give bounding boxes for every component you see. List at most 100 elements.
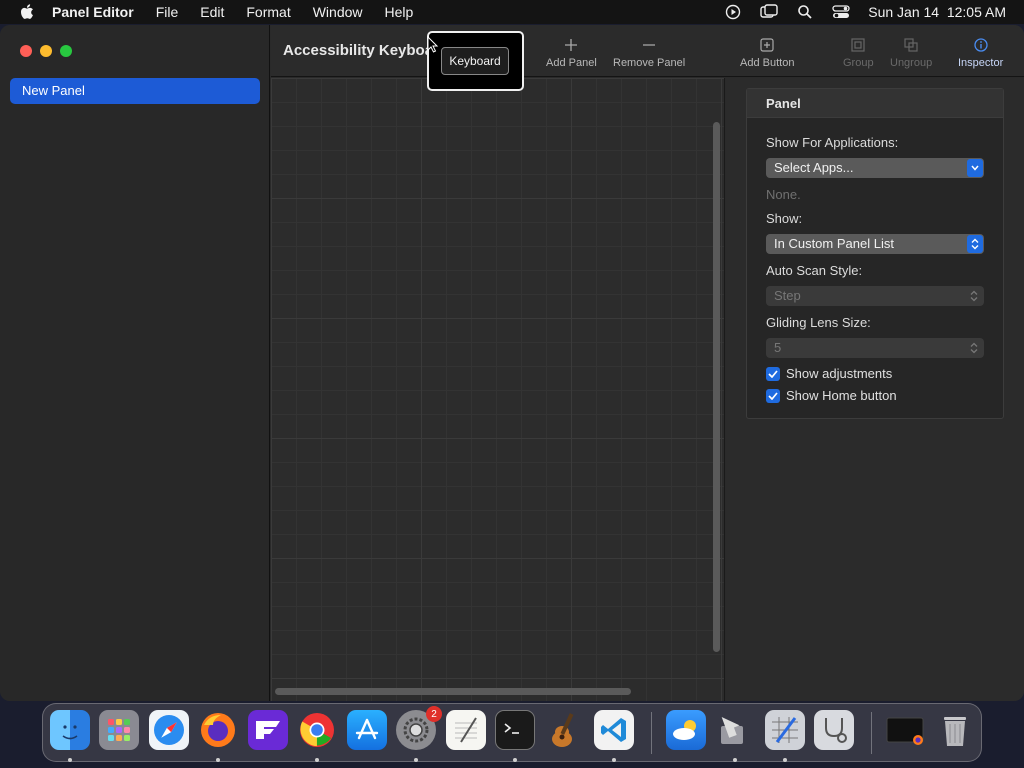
show-adjustments-label: Show adjustments	[786, 366, 893, 381]
running-indicator	[783, 758, 787, 762]
inspector-label: Inspector	[958, 57, 1004, 69]
running-indicator	[612, 758, 616, 762]
show-home-button-label: Show Home button	[786, 388, 897, 403]
lens-size-label: Gliding Lens Size:	[766, 315, 871, 330]
notification-badge: 2	[426, 706, 442, 722]
control-center-icon[interactable]	[832, 3, 850, 21]
group-button[interactable]: Group	[843, 35, 874, 69]
display-mirroring-icon[interactable]	[760, 3, 778, 21]
zoom-button[interactable]	[60, 45, 72, 57]
mouse-pointer-icon	[427, 36, 439, 53]
add-button-button[interactable]: Add Button	[740, 35, 794, 69]
minimize-button[interactable]	[40, 45, 52, 57]
remove-panel-label: Remove Panel	[613, 57, 686, 69]
screen-recording-icon[interactable]	[724, 3, 742, 21]
auto-scan-popup[interactable]: Step	[766, 286, 984, 306]
apps-none-text: None.	[766, 187, 801, 202]
remove-panel-button[interactable]: Remove Panel	[613, 35, 685, 69]
vertical-scrollbar[interactable]	[713, 122, 720, 652]
textedit-icon[interactable]	[446, 710, 486, 750]
weather-icon[interactable]	[666, 710, 706, 750]
system-settings-icon[interactable]: 2	[396, 706, 442, 750]
auto-scan-value: Step	[774, 288, 801, 303]
toolbar: Accessibility Keyboard Add Panel Remove …	[271, 25, 1024, 77]
chevron-down-icon	[967, 159, 983, 177]
apple-icon[interactable]	[18, 3, 36, 21]
fenix-app-icon[interactable]	[248, 710, 288, 750]
migration-assistant-icon[interactable]	[715, 710, 755, 750]
tooltip-highlight: Keyboard	[427, 31, 524, 91]
select-apps-value: Select Apps...	[774, 160, 854, 175]
menu-app-name[interactable]: Panel Editor	[52, 4, 134, 20]
terminal-icon[interactable]	[495, 710, 535, 750]
show-label: Show:	[766, 211, 803, 226]
show-for-apps-label: Show For Applications:	[766, 135, 899, 150]
menu-edit[interactable]: Edit	[200, 4, 224, 20]
system-information-icon[interactable]	[814, 710, 854, 750]
garageband-icon[interactable]	[545, 710, 585, 750]
info-icon	[971, 35, 991, 55]
inspector-button[interactable]: Inspector	[958, 35, 1003, 69]
select-apps-popup[interactable]: Select Apps...	[766, 158, 984, 178]
dock-separator	[871, 712, 872, 754]
panel-section-header: Panel	[747, 89, 1003, 118]
vscode-icon[interactable]	[594, 710, 634, 750]
menu-window[interactable]: Window	[313, 4, 363, 20]
lens-size-value: 5	[774, 340, 782, 355]
add-button-icon	[757, 35, 777, 55]
window-controls	[20, 45, 72, 57]
show-home-button-checkbox[interactable]: Show Home button	[766, 388, 897, 403]
sidebar: New Panel	[0, 25, 270, 701]
chrome-icon[interactable]	[297, 710, 337, 750]
menu-help[interactable]: Help	[385, 4, 414, 20]
running-indicator	[315, 758, 319, 762]
launchpad-icon[interactable]	[99, 710, 139, 750]
trash-icon[interactable]	[935, 710, 975, 750]
checkmark-icon	[766, 366, 780, 381]
dock: 2	[42, 703, 982, 762]
group-label: Group	[843, 57, 874, 69]
horizontal-scrollbar[interactable]	[275, 688, 631, 695]
clock[interactable]: Sun Jan 14 12:05 AM	[868, 4, 1006, 20]
running-indicator	[216, 758, 220, 762]
panel-editor-window: New Panel Accessibility Keyboard Add Pan…	[0, 25, 1024, 701]
app-store-icon[interactable]	[347, 710, 387, 750]
firefox-icon[interactable]	[198, 710, 238, 750]
show-value: In Custom Panel List	[774, 236, 894, 251]
group-icon	[848, 35, 868, 55]
show-adjustments-checkbox[interactable]: Show adjustments	[766, 366, 892, 381]
running-indicator	[68, 758, 72, 762]
panel-canvas[interactable]	[271, 78, 725, 701]
document-title: Accessibility Keyboard	[283, 42, 431, 59]
panel-inspector-box: Panel Show For Applications: Select Apps…	[746, 88, 1004, 419]
inspector-pane: Panel Show For Applications: Select Apps…	[726, 78, 1024, 701]
panel-editor-icon[interactable]	[765, 710, 805, 750]
menu-format[interactable]: Format	[246, 4, 290, 20]
lens-size-popup[interactable]: 5	[766, 338, 984, 358]
finder-icon[interactable]	[50, 710, 90, 750]
menu-file[interactable]: File	[156, 4, 179, 20]
add-panel-button[interactable]: Add Panel	[546, 35, 597, 69]
add-panel-label: Add Panel	[546, 57, 597, 69]
ungroup-button[interactable]: Ungroup	[890, 35, 932, 69]
search-icon[interactable]	[796, 3, 814, 21]
minus-icon	[639, 35, 659, 55]
auto-scan-label: Auto Scan Style:	[766, 263, 863, 278]
ungroup-icon	[901, 35, 921, 55]
safari-icon[interactable]	[149, 710, 189, 750]
sidebar-item-new-panel[interactable]: New Panel	[10, 78, 260, 104]
running-indicator	[414, 758, 418, 762]
ungroup-label: Ungroup	[890, 57, 933, 69]
up-down-chevron-icon	[968, 339, 980, 357]
show-popup[interactable]: In Custom Panel List	[766, 234, 984, 254]
running-indicator	[733, 758, 737, 762]
close-button[interactable]	[20, 45, 32, 57]
tooltip-text: Keyboard	[441, 47, 509, 75]
menu-bar: Panel Editor File Edit Format Window Hel…	[0, 0, 1024, 24]
dock-separator	[651, 712, 652, 754]
add-button-label: Add Button	[740, 57, 795, 69]
up-down-chevron-icon	[968, 287, 980, 305]
recent-window-thumbnail[interactable]	[885, 710, 925, 750]
checkmark-icon	[766, 388, 780, 403]
plus-icon	[561, 35, 581, 55]
